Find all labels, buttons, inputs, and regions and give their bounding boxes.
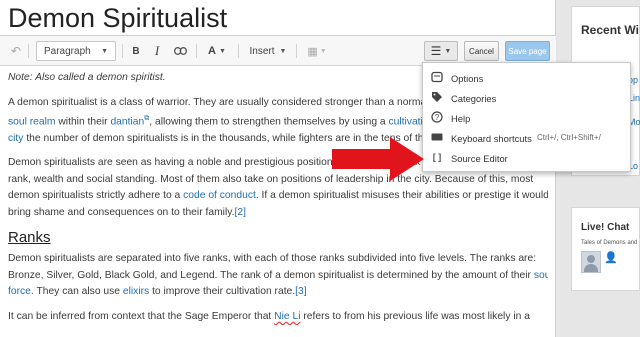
save-button[interactable]: Save page [505,41,550,61]
toolbar-divider [296,44,297,58]
soul-realm-link[interactable]: soul realm [8,116,56,127]
text-line: Bronze, Silver, Gold, Black Gold, and Le… [8,268,548,285]
chat-subtitle: Tales of Demons and [581,240,638,246]
live-chat-title: Live! Chat [581,222,630,233]
text-run: to improve their cultivation rate. [149,286,296,298]
code-of-conduct-link[interactable]: code of conduct [183,190,256,201]
menu-item-label: Help [451,113,471,124]
chevron-down-icon: ▼ [101,47,108,55]
tag-icon [431,91,443,103]
toolbar-divider [28,44,29,58]
menu-item-help[interactable]: ? Help [423,108,632,127]
table-button[interactable]: ▦ ▼ [306,41,328,61]
toolbar-divider [238,44,239,58]
text-line: demon spiritualists strictly adhere to a… [8,188,548,205]
dantian-link[interactable]: dantian [110,116,144,127]
toolbar-divider [196,44,197,58]
text-style-label: A [208,45,216,57]
svg-text:?: ? [435,113,440,122]
keyboard-icon [431,131,443,143]
sage-emperor-paragraph: It can be inferred from context that the… [8,309,548,326]
menu-item-label: Options [451,73,484,84]
text-run: within their [55,116,111,128]
text-run: Bronze, Silver, Gold, Black Gold, and Le… [8,269,534,281]
undo-icon[interactable]: ↶ [8,41,24,61]
page-options-menu-button[interactable]: ☰ ▼ [424,41,458,61]
note-text: Note: Also called a demon spiritist. [8,72,166,83]
title-bar: Demon Spiritualist [0,0,556,36]
text-run: . They can also use [30,286,123,298]
avatar[interactable] [581,251,601,273]
text-run: , allowing them to strengthen themselves… [149,116,389,128]
shortcut-hint: Ctrl+/, Ctrl+Shift+/ [537,133,601,142]
menu-item-label: Keyboard shortcuts [451,133,532,144]
text-run: It can be inferred from context that the… [8,310,275,322]
menu-item-keyboard-shortcuts[interactable]: Keyboard shortcuts Ctrl+/, Ctrl+Shift+/ [423,128,632,147]
text-run: refers to from his previous life was mos… [300,310,530,322]
cultivation-link[interactable]: cultivati [389,116,423,127]
toolbar-divider [122,44,123,58]
paragraph-label: Paragraph [44,45,91,57]
text-line: bring shame and consequences on to their… [8,205,548,222]
soul-force-link[interactable]: soul [534,270,548,281]
text-style-button[interactable]: A ▼ [204,41,230,61]
hamburger-icon: ☰ [430,44,442,58]
recent-activity-title: Recent Wi [581,23,639,37]
insert-menu-button[interactable]: Insert ▼ [248,41,288,61]
elixirs-link[interactable]: elixirs [123,286,149,297]
help-icon: ? [431,111,443,123]
text-line: Demon spiritualists are separated into f… [8,253,537,265]
link-button[interactable] [172,41,188,61]
menu-item-label: Source Editor [451,153,508,164]
city-link[interactable]: city [8,133,23,144]
menu-item-label: Categories [451,93,497,104]
chat-icon: 👤 [604,252,618,264]
reference-3-link[interactable]: [3] [295,286,306,297]
brackets-icon: [ ] [432,152,442,162]
text-line: force. They can also use elixirs to impr… [8,284,548,301]
ranks-heading: Ranks [8,229,51,247]
text-run: . If a demon spiritualist misuses their … [255,190,548,202]
table-icon: ▦ [307,45,318,58]
menu-item-source-editor[interactable]: [ ] Source Editor [423,148,632,167]
reference-2-link[interactable]: [2] [234,207,245,218]
bold-button[interactable]: B [128,41,144,61]
text-line: rank, wealth and social standing. Most o… [8,173,534,185]
soul-force-link-cont[interactable]: force [8,286,31,297]
options-icon [431,71,443,83]
chevron-down-icon: ▼ [444,47,452,55]
chevron-down-icon: ▼ [319,47,327,55]
text-run: bring shame and consequences on to their… [8,206,235,218]
ranks-paragraph: Demon spiritualists are separated into f… [8,251,548,301]
page-options-dropdown: Options Categories ? Help Keyboard short… [422,62,631,172]
text-run: demon spiritualists strictly adhere to a [8,190,184,202]
insert-label: Insert [249,45,275,57]
paragraph-format-select[interactable]: Paragraph ▼ [36,41,116,61]
italic-button[interactable]: I [150,41,164,61]
chevron-down-icon: ▼ [279,47,287,55]
text-line: It can be inferred from context that the… [8,309,548,326]
live-chat-card: Live! Chat Tales of Demons and 👤 [571,207,640,291]
page-title[interactable]: Demon Spiritualist [8,3,227,34]
chevron-down-icon: ▼ [219,47,226,55]
red-arrow-icon [332,137,424,181]
link-icon [173,47,187,55]
menu-item-options[interactable]: Options [423,68,632,87]
menu-item-categories[interactable]: Categories [423,88,632,107]
cancel-button[interactable]: Cancel [464,41,499,61]
nie-li-link[interactable]: Nie Li [274,311,300,322]
